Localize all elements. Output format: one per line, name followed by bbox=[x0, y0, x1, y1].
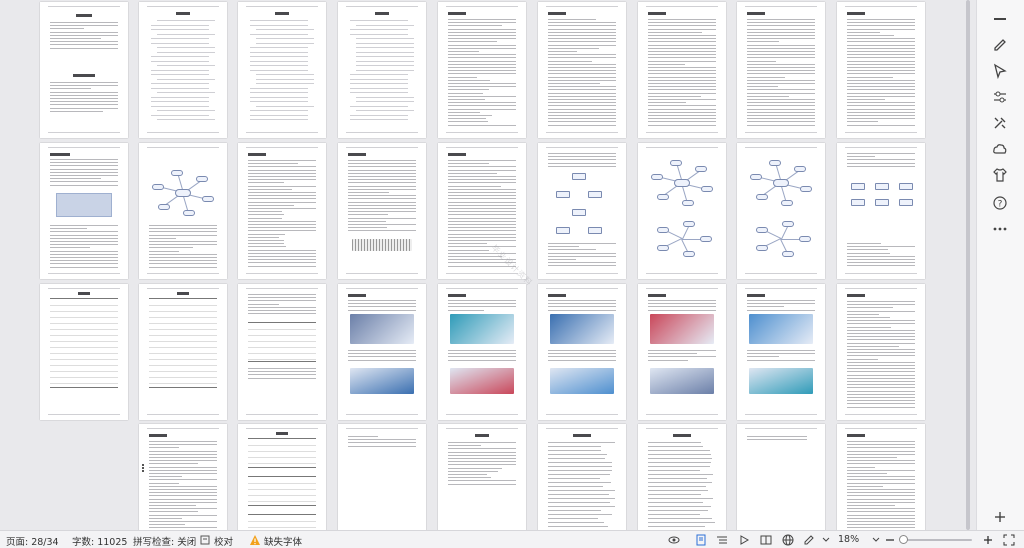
zoom-dropdown-icon[interactable] bbox=[870, 534, 882, 546]
page-thumbnail[interactable] bbox=[837, 424, 925, 530]
warning-icon bbox=[249, 534, 261, 546]
page-thumbnail[interactable] bbox=[538, 2, 626, 138]
page-thumbnail[interactable] bbox=[737, 424, 825, 530]
page-thumbnail[interactable] bbox=[638, 424, 726, 530]
proofread-icon bbox=[199, 534, 211, 546]
page-view-icon[interactable] bbox=[695, 534, 707, 546]
split-view-icon[interactable] bbox=[760, 534, 772, 546]
outline-view-icon[interactable] bbox=[716, 534, 728, 546]
page-thumbnail[interactable] bbox=[338, 2, 426, 138]
document-canvas[interactable]: 毕业设计资料 bbox=[0, 0, 968, 530]
page-thumbnail[interactable] bbox=[438, 143, 526, 279]
tools-icon[interactable] bbox=[989, 112, 1011, 134]
help-icon[interactable]: ? bbox=[989, 192, 1011, 214]
page-thumbnail[interactable] bbox=[238, 143, 326, 279]
drag-handle-icon[interactable] bbox=[140, 463, 146, 477]
zoom-level[interactable]: 18% bbox=[838, 534, 859, 545]
select-pointer-icon[interactable] bbox=[989, 60, 1011, 82]
cloud-sync-icon[interactable] bbox=[989, 138, 1011, 160]
page-thumbnail[interactable] bbox=[438, 284, 526, 420]
page-thumbnail[interactable] bbox=[139, 424, 227, 530]
page-thumbnail[interactable] bbox=[638, 2, 726, 138]
zoom-in-icon[interactable] bbox=[982, 534, 994, 546]
page-thumbnail[interactable] bbox=[40, 143, 128, 279]
page-thumbnail[interactable] bbox=[338, 284, 426, 420]
page-thumbnail[interactable] bbox=[638, 284, 726, 420]
page-thumbnail[interactable] bbox=[737, 143, 825, 279]
page-thumbnail[interactable] bbox=[737, 2, 825, 138]
page-thumbnail[interactable] bbox=[837, 2, 925, 138]
scrollbar-thumb[interactable] bbox=[966, 0, 970, 530]
page-thumbnail[interactable] bbox=[438, 424, 526, 530]
spellcheck-toggle[interactable]: 拼写检查: 关闭 bbox=[133, 534, 196, 548]
page-thumbnail[interactable] bbox=[40, 2, 128, 138]
page-thumbnail[interactable] bbox=[139, 284, 227, 420]
more-icon[interactable] bbox=[989, 218, 1011, 240]
zoom-out-icon[interactable] bbox=[884, 534, 896, 546]
play-icon[interactable] bbox=[738, 534, 750, 546]
page-thumbnail[interactable] bbox=[238, 2, 326, 138]
word-count[interactable]: 字数: 11025 bbox=[72, 534, 127, 548]
proofread-button[interactable]: 校对 bbox=[214, 534, 233, 548]
zoom-slider-track[interactable] bbox=[902, 539, 972, 541]
page-thumbnail[interactable] bbox=[238, 424, 326, 530]
web-view-icon[interactable] bbox=[782, 534, 794, 546]
svg-text:?: ? bbox=[998, 200, 1003, 210]
missing-font-button[interactable]: 缺失字体 bbox=[264, 534, 302, 548]
page-thumbnail[interactable] bbox=[837, 284, 925, 420]
right-toolbar: ? bbox=[976, 0, 1024, 530]
page-thumbnail[interactable] bbox=[538, 143, 626, 279]
page-thumbnail[interactable] bbox=[837, 143, 925, 279]
zoom-slider-thumb[interactable] bbox=[899, 535, 909, 544]
page-thumbnail[interactable] bbox=[238, 284, 326, 420]
page-thumbnail[interactable] bbox=[139, 2, 227, 138]
collapse-icon[interactable] bbox=[989, 8, 1011, 30]
shirt-icon[interactable] bbox=[989, 164, 1011, 186]
page-indicator[interactable]: 页面: 28/34 bbox=[6, 534, 59, 548]
page-thumbnail[interactable] bbox=[338, 143, 426, 279]
status-bar: 页面: 28/34 字数: 11025 拼写检查: 关闭 校对 缺失字体 18% bbox=[0, 530, 1024, 548]
page-thumbnail[interactable] bbox=[538, 284, 626, 420]
page-thumbnail[interactable] bbox=[338, 424, 426, 530]
vertical-scrollbar[interactable] bbox=[966, 0, 970, 530]
dropdown-icon[interactable] bbox=[820, 534, 832, 546]
page-thumbnail[interactable] bbox=[438, 2, 526, 138]
page-thumbnail[interactable] bbox=[638, 143, 726, 279]
page-thumbnail[interactable] bbox=[737, 284, 825, 420]
adjust-icon[interactable] bbox=[989, 86, 1011, 108]
page-thumbnail[interactable] bbox=[139, 143, 227, 279]
fullscreen-icon[interactable] bbox=[1003, 534, 1015, 546]
pen-icon[interactable] bbox=[989, 34, 1011, 56]
page-thumbnail[interactable] bbox=[538, 424, 626, 530]
add-icon[interactable] bbox=[989, 506, 1011, 528]
page-thumbnail[interactable] bbox=[40, 284, 128, 420]
eye-protection-icon[interactable] bbox=[668, 534, 680, 546]
pen-mode-icon[interactable] bbox=[803, 534, 815, 546]
